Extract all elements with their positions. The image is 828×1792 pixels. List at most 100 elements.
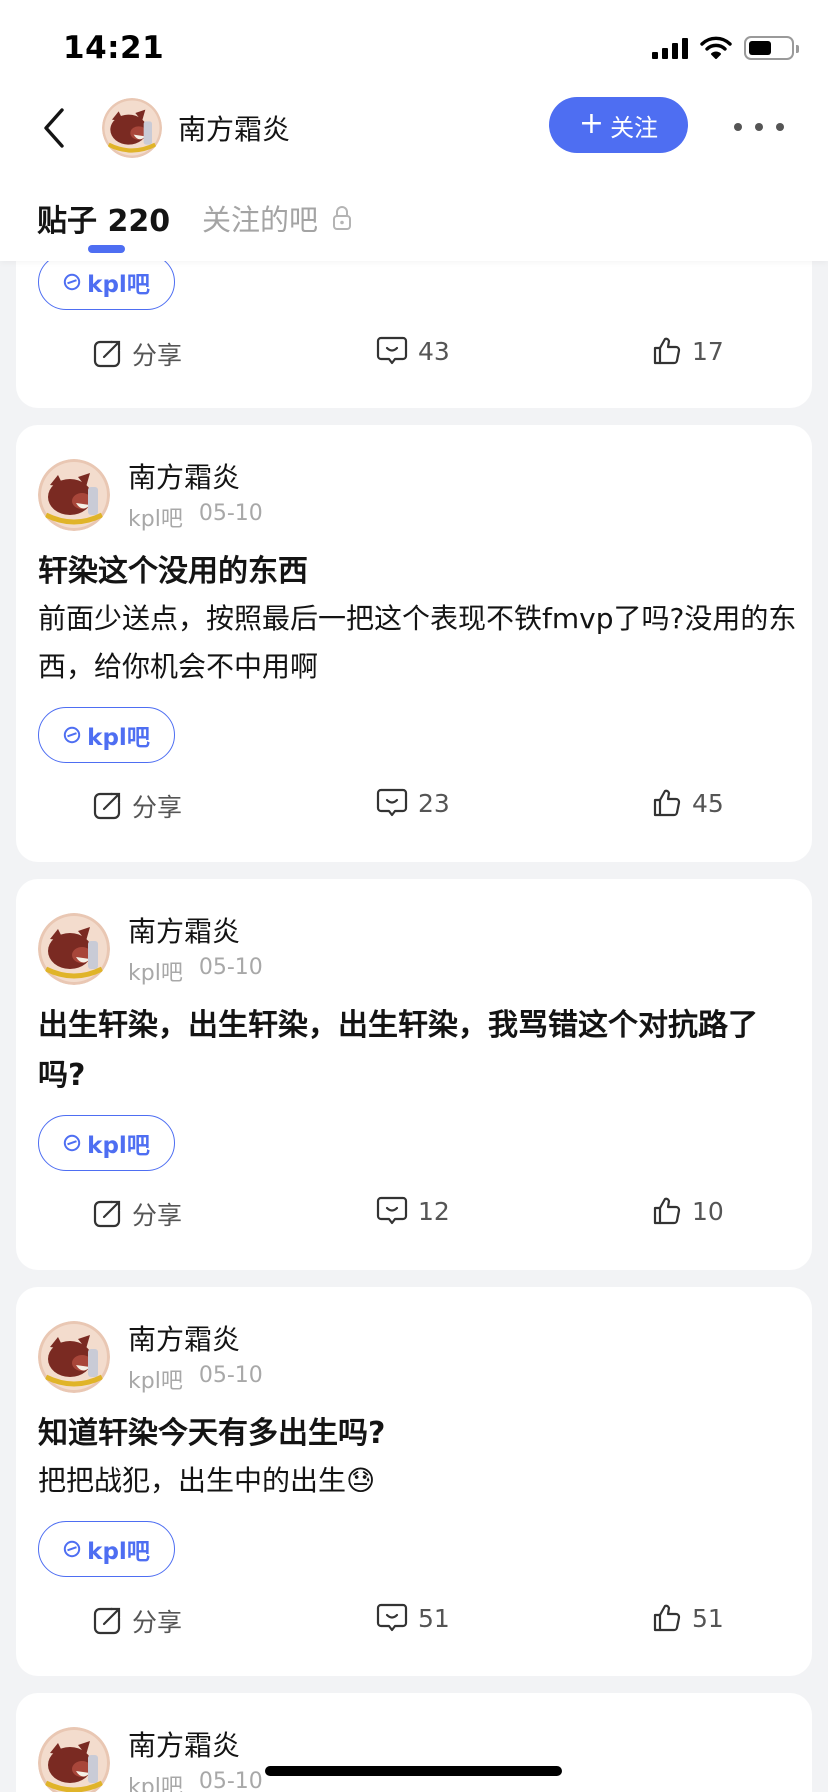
post-forum[interactable]: kpl吧 (128, 955, 183, 987)
post-meta: kpl吧 05-10 (128, 955, 263, 987)
post-body[interactable]: 把把战犯，出生中的出生😓 (38, 1457, 798, 1505)
post-forum[interactable]: kpl吧 (128, 501, 183, 533)
forum-tag-button[interactable]: kpl吧 (38, 1115, 175, 1171)
status-icons (652, 36, 799, 60)
avatar[interactable] (38, 459, 110, 531)
post-card[interactable]: 南方霜炎 kpl吧 05-10 轩染这个没用的东西 前面少送点，按照最后一把这个… (16, 425, 812, 862)
post-forum[interactable]: kpl吧 (128, 1769, 183, 1792)
like-icon (653, 1197, 681, 1225)
post-actions: 分享 12 10 (16, 1196, 812, 1236)
author-name: 南方霜炎 (128, 1323, 241, 1356)
post-title[interactable]: 出生轩染，出生轩染，出生轩染，我骂错这个对抗路了吗? (38, 1001, 798, 1101)
forum-tag-label: kpl吧 (87, 272, 150, 298)
author-name: 南方霜炎 (128, 1729, 241, 1762)
comment-count: 12 (418, 1196, 450, 1226)
like-icon (653, 1604, 681, 1632)
post-title[interactable]: 知道轩染今天有多出生吗? (38, 1409, 798, 1459)
forum-tag-icon (63, 1540, 81, 1558)
like-icon (653, 337, 681, 365)
post-author[interactable]: 南方霜炎 kpl吧 05-10 (38, 459, 263, 533)
share-label: 分享 (132, 341, 183, 370)
lock-icon (333, 206, 352, 230)
share-button[interactable]: 分享 (92, 336, 182, 372)
post-author[interactable]: 南方霜炎 kpl吧 05-10 (38, 913, 263, 987)
battery-icon (744, 36, 799, 60)
back-button[interactable] (36, 104, 72, 152)
forum-tag-icon (63, 273, 81, 291)
like-button[interactable]: 45 (652, 788, 724, 818)
forum-tag-label: kpl吧 (87, 1539, 150, 1565)
tab-posts[interactable]: 贴子 220 (37, 196, 170, 240)
comment-button[interactable]: 51 (376, 1603, 450, 1633)
comment-count: 23 (418, 788, 450, 818)
share-button[interactable]: 分享 (92, 1196, 182, 1232)
author-name: 南方霜炎 (128, 461, 241, 494)
profile-header: 14:21 南方霜炎 + 关注 贴子 220 关注的吧 (0, 0, 828, 261)
post-card[interactable]: 南方霜炎 kpl吧 05-10 出生轩染，出生轩染，出生轩染，我骂错这个对抗路了… (16, 879, 812, 1270)
post-author[interactable]: 南方霜炎 kpl吧 05-10 (38, 1321, 263, 1395)
avatar[interactable] (102, 98, 162, 158)
like-button[interactable]: 17 (652, 336, 724, 366)
post-date: 05-10 (198, 501, 263, 526)
like-button[interactable]: 51 (652, 1603, 724, 1633)
comment-button[interactable]: 12 (376, 1196, 450, 1226)
tab-active-indicator (88, 245, 125, 253)
like-count: 45 (692, 788, 724, 818)
post-card[interactable]: 南方霜炎 kpl吧 05-10 (16, 1693, 812, 1792)
more-icon (734, 123, 742, 131)
post-forum[interactable]: kpl吧 (128, 1363, 183, 1395)
comment-icon (376, 1603, 408, 1632)
share-label: 分享 (132, 1201, 183, 1230)
wifi-icon (700, 36, 732, 59)
comment-icon (376, 336, 408, 365)
forum-tag-icon (63, 726, 81, 744)
tab-followed-forums[interactable]: 关注的吧 (202, 197, 352, 239)
post-author[interactable]: 南方霜炎 kpl吧 05-10 (38, 1727, 263, 1792)
forum-tag-button[interactable]: kpl吧 (38, 254, 175, 310)
author-name: 南方霜炎 (128, 915, 241, 948)
avatar[interactable] (38, 913, 110, 985)
forum-tag-button[interactable]: kpl吧 (38, 1521, 175, 1577)
avatar[interactable] (38, 1321, 110, 1393)
comment-button[interactable]: 23 (376, 788, 450, 818)
tab-followed-label: 关注的吧 (202, 203, 319, 237)
back-icon (44, 108, 64, 148)
post-meta: kpl吧 05-10 (128, 501, 263, 533)
like-count: 17 (692, 336, 724, 366)
share-button[interactable]: 分享 (92, 788, 182, 824)
forum-tag-button[interactable]: kpl吧 (38, 707, 175, 763)
plus-icon: + (578, 106, 605, 141)
share-icon (93, 1200, 121, 1228)
post-title[interactable]: 轩染这个没用的东西 (38, 547, 798, 597)
post-body[interactable]: 前面少送点，按照最后一把这个表现不铁fmvp了吗?没用的东西，给你机会不中用啊 (38, 595, 798, 691)
like-count: 51 (692, 1603, 724, 1633)
comment-icon (376, 1196, 408, 1225)
status-time: 14:21 (63, 30, 165, 66)
cellular-signal-icon (652, 37, 688, 59)
comment-button[interactable]: 43 (376, 336, 450, 366)
like-icon (653, 789, 681, 817)
forum-tag-label: kpl吧 (87, 725, 150, 751)
post-date: 05-10 (198, 1769, 263, 1792)
forum-tag-icon (63, 1134, 81, 1152)
share-label: 分享 (132, 793, 183, 822)
more-button[interactable] (734, 112, 784, 142)
like-count: 10 (692, 1196, 724, 1226)
post-date: 05-10 (198, 1363, 263, 1388)
post-card[interactable]: 南方霜炎 kpl吧 05-10 知道轩染今天有多出生吗? 把把战犯，出生中的出生… (16, 1287, 812, 1676)
share-icon (93, 792, 121, 820)
post-actions: 分享 43 17 (16, 336, 812, 376)
comment-icon (376, 788, 408, 817)
avatar[interactable] (38, 1727, 110, 1792)
profile-username: 南方霜炎 (178, 113, 291, 146)
home-indicator (265, 1766, 562, 1776)
comment-count: 51 (418, 1603, 450, 1633)
post-meta: kpl吧 05-10 (128, 1769, 263, 1792)
post-date: 05-10 (198, 955, 263, 980)
like-button[interactable]: 10 (652, 1196, 724, 1226)
post-actions: 分享 51 51 (16, 1603, 812, 1643)
share-button[interactable]: 分享 (92, 1603, 182, 1639)
forum-tag-label: kpl吧 (87, 1133, 150, 1159)
post-meta: kpl吧 05-10 (128, 1363, 263, 1395)
follow-button[interactable]: + 关注 (549, 97, 688, 153)
